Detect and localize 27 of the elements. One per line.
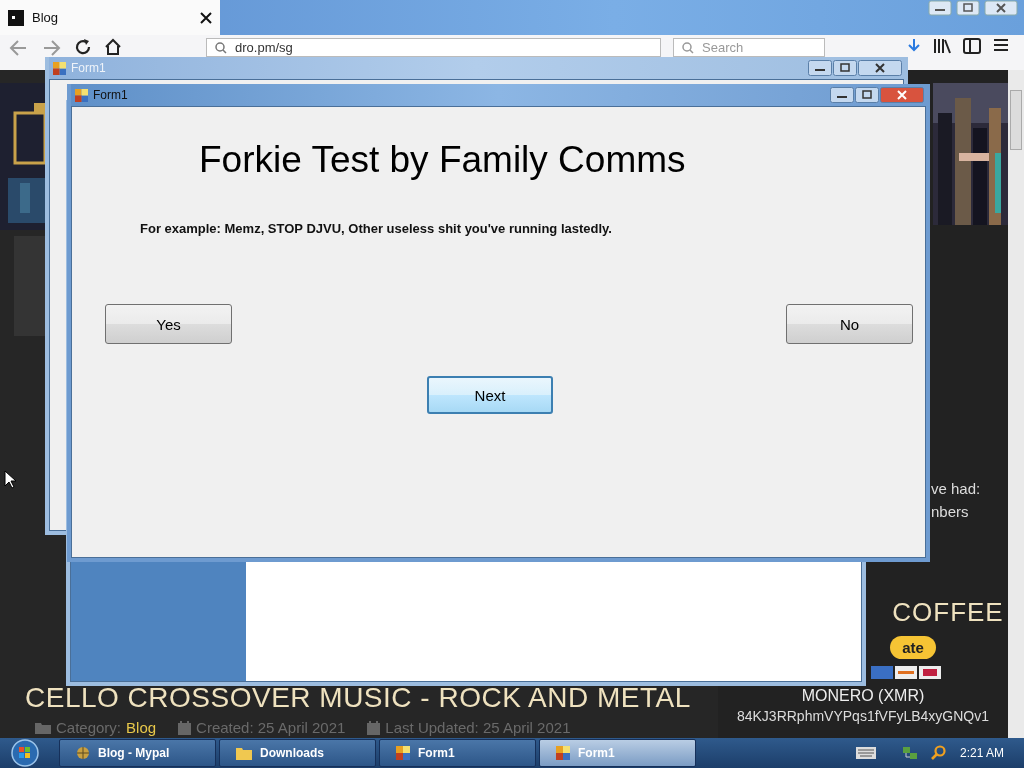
taskbar-button[interactable]: Downloads [219,739,376,767]
taskbar-button[interactable]: Form1 [379,739,536,767]
meta-label: Last Updated: 25 April 2021 [385,719,571,736]
dialog-button[interactable]: Next [427,376,553,414]
address-text: dro.pm/sg [235,40,293,55]
sidebar-text: ve had: [931,479,981,499]
meta-label: Created: 25 April 2021 [196,719,346,736]
section-heading: COFFEE [892,597,1004,628]
window-title: Form1 [71,61,106,75]
dialog-text: For example: Memz, STOP DJVU, Other useless shit you've running lastedly. [140,221,613,236]
dialog-button[interactable]: Yes [105,304,232,344]
category-link[interactable]: Blog [126,719,157,736]
clock: 2:21 AM [959,746,1004,760]
address-field[interactable]: dro.pm/sg [206,38,661,57]
meta-label: Category: [56,719,122,736]
wallet-address: 84KJ3RRphmVYPqs1fVFyLB4xyGNQv1 [736,708,990,724]
taskbar-button[interactable]: Blog - Mypal [59,739,216,767]
dialog-button[interactable]: No [786,304,913,344]
donate-button[interactable]: ate [890,636,936,659]
browser-tab[interactable]: Blog [0,0,220,35]
dialog-heading: Forkie Test by Family Comms [199,139,687,181]
sidebar-text: nbers [931,502,969,522]
window-title: Form1 [93,88,128,102]
search-placeholder: Search [702,40,744,55]
tab-title: Blog [32,10,60,25]
section-heading: MONERO (XMR) [801,687,925,705]
article-title: CELLO CROSSOVER MUSIC - ROCK AND METAL [25,681,692,715]
